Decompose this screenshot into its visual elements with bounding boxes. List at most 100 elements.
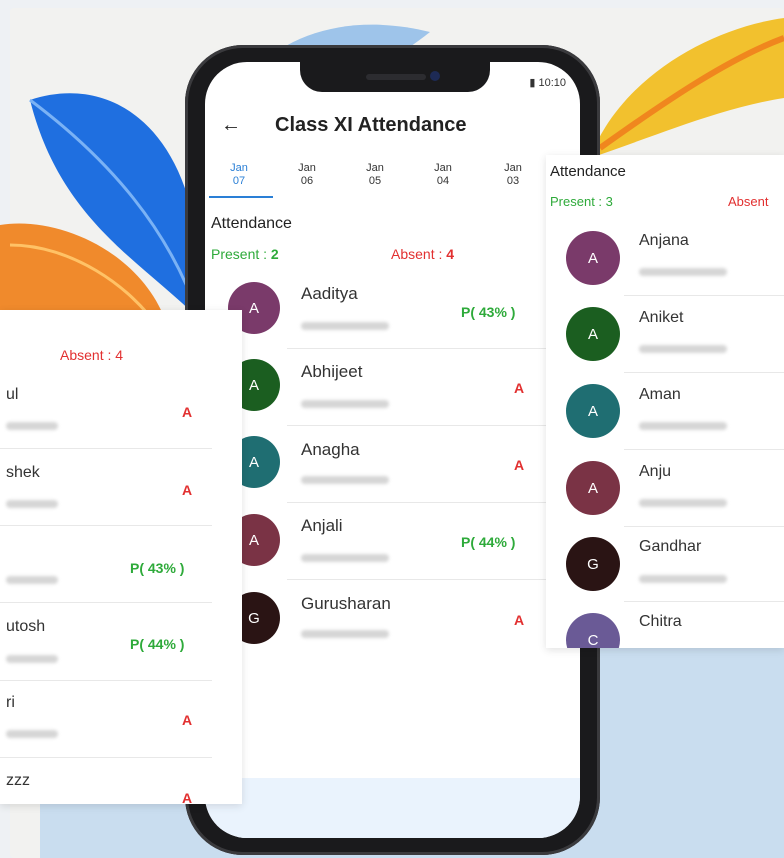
student-name: Anjana — [639, 232, 689, 249]
avatar-initial: A — [248, 531, 259, 549]
student-name: Anjali — [301, 516, 343, 535]
avatar-initial: A — [587, 402, 598, 420]
student-phone — [6, 730, 58, 738]
tab-jan-06[interactable]: Jan 06 — [287, 162, 327, 188]
student-name: zzz — [6, 772, 30, 789]
attendance-mark: A — [182, 404, 193, 420]
present-value: 2 — [270, 246, 279, 262]
tab-month: Jan — [504, 162, 522, 174]
tab-jan-03[interactable]: Jan 03 — [493, 162, 533, 188]
camera-icon — [430, 71, 440, 81]
avatar-initial: C — [587, 631, 599, 649]
avatar: A — [566, 461, 620, 515]
absent-count: Absent — [728, 194, 769, 209]
row-divider — [624, 601, 784, 602]
status-bar: ▮ 10:10 — [529, 76, 566, 89]
attendance-mark: P( 44% ) — [461, 534, 516, 550]
student-phone — [6, 655, 58, 663]
row-divider — [287, 579, 547, 580]
student-name: ul — [6, 386, 19, 403]
row-divider — [624, 526, 784, 527]
avatar-initial: G — [587, 555, 599, 573]
avatar-initial: A — [248, 299, 259, 317]
tab-month: Jan — [434, 162, 452, 174]
attendance-mark: A — [182, 712, 193, 728]
phone-screen: ▮ 10:10 ← Class XI Attendance Jan 07 Jan… — [205, 62, 580, 838]
attendance-mark: A — [182, 482, 193, 498]
avatar-initial: A — [248, 453, 259, 471]
row-divider — [287, 502, 547, 503]
left-attendance-card: Absent : 4 ul A shek A P( 43% ) utosh P(… — [0, 310, 242, 804]
row-divider — [0, 448, 212, 449]
tab-month: Jan — [366, 162, 384, 174]
row-divider — [0, 757, 212, 758]
student-phone — [6, 500, 58, 508]
student-phone — [639, 499, 727, 507]
avatar-initial: A — [587, 479, 598, 497]
page-title: Class XI Attendance — [275, 114, 467, 136]
attendance-mark: A — [514, 457, 525, 473]
scene: ▮ 10:10 ← Class XI Attendance Jan 07 Jan… — [0, 0, 784, 858]
active-tab-indicator — [209, 196, 273, 198]
avatar: G — [566, 537, 620, 591]
present-label: Present : — [211, 246, 271, 262]
right-attendance-card: Attendance Present : 3 Absent A Anjana A… — [546, 155, 784, 648]
back-button[interactable]: ← — [221, 114, 241, 137]
attendance-mark: A — [514, 612, 525, 628]
attendance-mark: P( 43% ) — [461, 304, 516, 320]
tab-day: 05 — [368, 175, 382, 187]
tab-jan-05[interactable]: Jan 05 — [355, 162, 395, 188]
student-name: Aaditya — [301, 284, 358, 303]
student-name: Aniket — [639, 309, 684, 326]
attendance-heading: Attendance — [211, 215, 292, 232]
student-name: Gurusharan — [301, 594, 391, 613]
absent-value: 4 — [446, 246, 455, 262]
arrow-left-icon: ← — [221, 114, 241, 136]
student-phone — [301, 400, 389, 408]
student-phone — [639, 575, 727, 583]
tab-day: 06 — [300, 175, 314, 187]
avatar-initial: G — [248, 609, 260, 627]
row-divider — [0, 525, 212, 526]
row-divider — [624, 295, 784, 296]
student-name: Anagha — [301, 440, 360, 459]
tab-day: 04 — [436, 175, 450, 187]
student-phone — [301, 554, 389, 562]
tab-jan-07[interactable]: Jan 07 — [219, 162, 259, 188]
attendance-mark: P( 44% ) — [130, 636, 185, 652]
student-phone — [301, 476, 389, 484]
student-name: Aman — [639, 386, 681, 403]
speaker-grille — [366, 74, 426, 80]
student-phone — [301, 630, 389, 638]
avatar-initial: A — [248, 376, 259, 394]
present-count: Present : 2 — [211, 246, 279, 262]
tab-jan-04[interactable]: Jan 04 — [423, 162, 463, 188]
student-phone — [639, 345, 727, 353]
phone-notch — [300, 60, 490, 92]
row-divider — [624, 372, 784, 373]
row-divider — [287, 348, 547, 349]
student-phone — [639, 268, 727, 276]
row-divider — [0, 602, 212, 603]
yellow-leaf-right-decoration — [590, 18, 784, 158]
tab-month: Jan — [298, 162, 316, 174]
student-name: utosh — [6, 618, 46, 635]
attendance-mark: P( 43% ) — [130, 560, 185, 576]
avatar: A — [566, 231, 620, 285]
avatar-initial: A — [587, 325, 598, 343]
signal-icon: ▮ — [529, 77, 536, 89]
student-phone — [6, 576, 58, 584]
bottom-band — [205, 778, 580, 838]
avatar: A — [566, 307, 620, 361]
student-phone — [639, 422, 727, 430]
row-divider — [0, 680, 212, 681]
row-divider — [287, 425, 547, 426]
student-name: shek — [6, 464, 40, 481]
tab-month: Jan — [230, 162, 248, 174]
present-count: Present : 3 — [550, 194, 613, 209]
avatar: A — [566, 384, 620, 438]
avatar: C — [566, 613, 620, 648]
absent-count: Absent : 4 — [391, 246, 454, 262]
attendance-mark: A — [514, 380, 525, 396]
attendance-heading: Attendance — [550, 163, 626, 180]
